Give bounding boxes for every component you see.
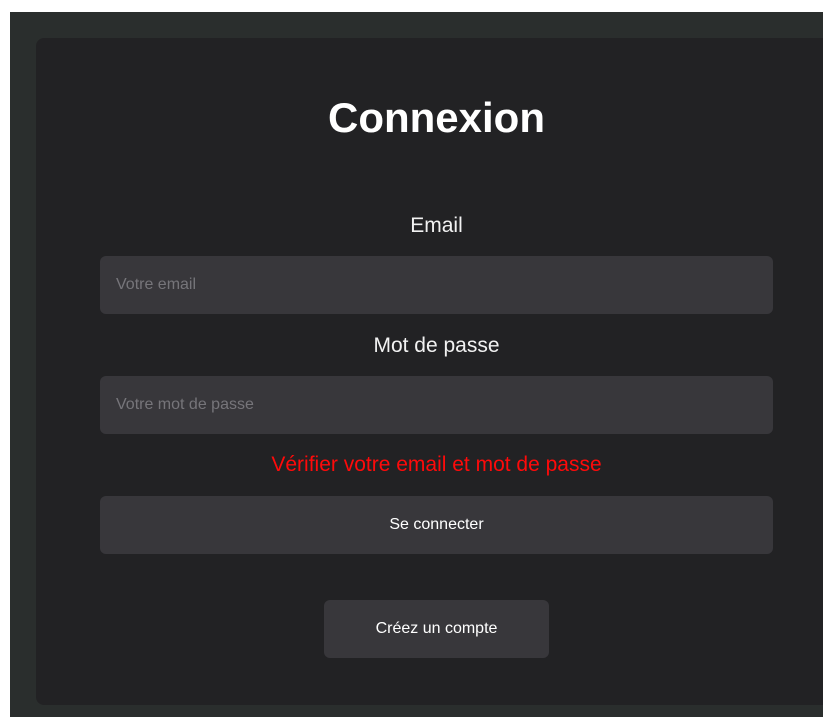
email-field[interactable]	[100, 256, 773, 314]
password-label: Mot de passe	[373, 334, 500, 357]
password-field[interactable]	[100, 376, 773, 434]
page-title: Connexion	[328, 94, 545, 141]
error-message: Vérifier votre email et mot de passe	[271, 453, 602, 476]
login-button[interactable]: Se connecter	[100, 496, 773, 554]
email-label: Email	[410, 214, 463, 237]
create-account-button[interactable]: Créez un compte	[324, 600, 549, 658]
